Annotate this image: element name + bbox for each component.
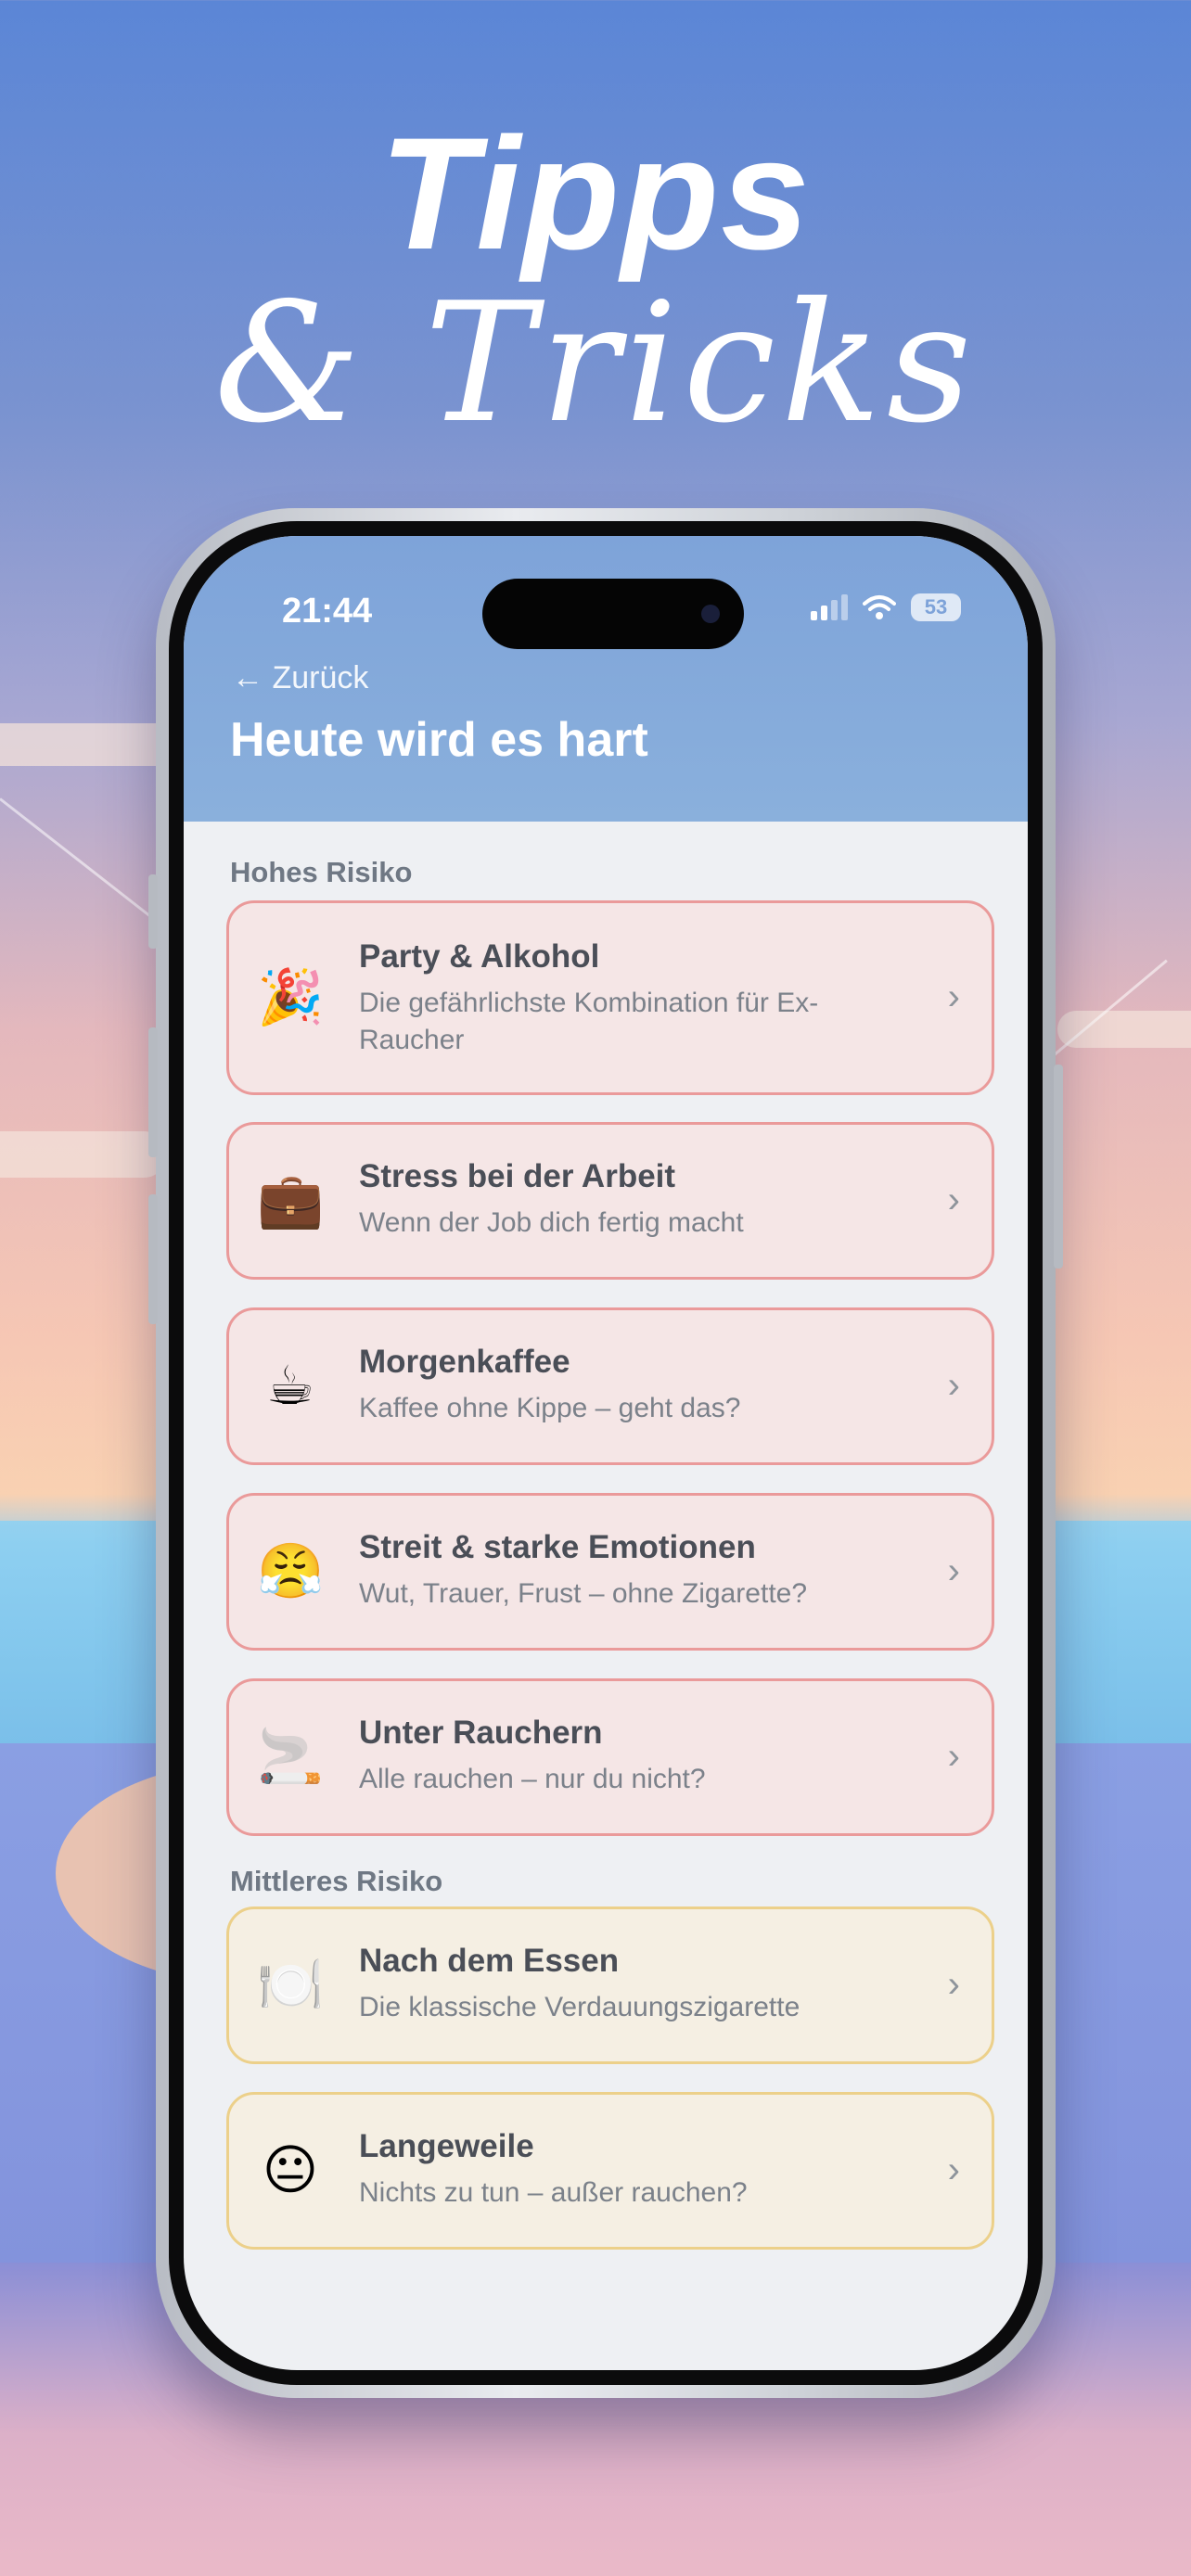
phone-mute-switch xyxy=(148,874,158,949)
tip-emoji-icon: 🎉 xyxy=(257,967,325,1027)
status-time: 21:44 xyxy=(282,592,373,631)
chevron-right-icon: › xyxy=(947,1964,960,2005)
tip-title: Unter Rauchern xyxy=(359,1715,603,1751)
phone-bezel: 21:44 53 ← Zurück Heute wird es hart Hoh… xyxy=(169,521,1043,2385)
background-cloud xyxy=(1057,1011,1191,1048)
phone-volume-up xyxy=(148,1027,158,1157)
tip-card[interactable]: 💼 Stress bei der Arbeit Wenn der Job dich … xyxy=(226,1122,994,1280)
tip-subtitle: Kaffee ohne Kippe – geht das? xyxy=(359,1393,741,1423)
camera-icon xyxy=(701,605,720,623)
tip-subtitle: Wut, Trauer, Frust – ohne Zigarette? xyxy=(359,1578,808,1609)
tip-subtitle: Die gefährlichste Kombination für Ex-Rau… xyxy=(359,988,819,1055)
tip-emoji-icon: 🚬 xyxy=(257,1727,325,1787)
tip-card[interactable]: 🍽️ Nach dem Essen Die klassische Verdauung… xyxy=(226,1906,994,2064)
status-indicators: 53 xyxy=(811,593,961,621)
tip-emoji-icon: ☕ xyxy=(266,1356,314,1416)
tip-title: Stress bei der Arbeit xyxy=(359,1158,676,1194)
tip-subtitle: Wenn der Job dich fertig macht xyxy=(359,1207,744,1238)
battery-indicator: 53 xyxy=(911,593,961,621)
chevron-right-icon: › xyxy=(947,1550,960,1591)
wifi-icon xyxy=(863,595,896,619)
cellular-signal-icon xyxy=(811,594,848,620)
app-screen: 21:44 53 ← Zurück Heute wird es hart Hoh… xyxy=(184,536,1028,2370)
tip-subtitle: Die klassische Verdauungszigarette xyxy=(359,1992,800,2022)
chevron-right-icon: › xyxy=(947,976,960,1017)
tip-emoji-icon: 🍽️ xyxy=(257,1955,325,2015)
tip-subtitle: Alle rauchen – nur du nicht? xyxy=(359,1764,706,1794)
tip-title: Morgenkaffee xyxy=(359,1344,570,1380)
app-header: 21:44 53 ← Zurück Heute wird es hart xyxy=(184,536,1028,822)
chevron-right-icon: › xyxy=(947,2149,960,2190)
phone-frame: 21:44 53 ← Zurück Heute wird es hart Hoh… xyxy=(148,508,1063,2398)
promo-headline-tricks: & Tricks xyxy=(213,267,978,459)
chevron-right-icon: › xyxy=(947,1365,960,1406)
back-button[interactable]: ← Zurück xyxy=(232,660,368,696)
section-label-mid-risk: Mittleres Risiko xyxy=(230,1865,443,1897)
promo-headline-tipps: Tipps xyxy=(379,105,812,283)
phone-side-button xyxy=(1054,1065,1063,1269)
tip-emoji-icon: 💼 xyxy=(257,1170,325,1231)
tip-card[interactable]: 😤 Streit & starke Emotionen Wut, Trauer, F… xyxy=(226,1493,994,1651)
tip-card[interactable]: 🚬 Unter Rauchern Alle rauchen – nur du nic… xyxy=(226,1678,994,1836)
tip-title: Langeweile xyxy=(359,2128,534,2164)
tip-title: Streit & starke Emotionen xyxy=(359,1529,756,1565)
tip-card[interactable]: 🎉 Party & Alkohol Die gefährlichste Kombin… xyxy=(226,900,994,1095)
tip-card[interactable]: 😐 Langeweile Nichts zu tun – außer rauchen… xyxy=(226,2092,994,2250)
section-label-high-risk: Hohes Risiko xyxy=(230,856,413,888)
chevron-right-icon: › xyxy=(947,1180,960,1220)
tip-emoji-icon: 😐 xyxy=(262,2140,319,2200)
tip-title: Nach dem Essen xyxy=(359,1943,620,1979)
page-title: Heute wird es hart xyxy=(230,713,648,767)
tip-subtitle: Nichts zu tun – außer rauchen? xyxy=(359,2177,748,2208)
phone-volume-down xyxy=(148,1194,158,1324)
tip-card[interactable]: ☕ Morgenkaffee Kaffee ohne Kippe – geht da… xyxy=(226,1307,994,1465)
chevron-right-icon: › xyxy=(947,1736,960,1777)
background-cloud xyxy=(0,1131,167,1178)
dynamic-island xyxy=(482,579,744,649)
tip-title: Party & Alkohol xyxy=(359,938,600,975)
tip-emoji-icon: 😤 xyxy=(257,1541,325,1601)
